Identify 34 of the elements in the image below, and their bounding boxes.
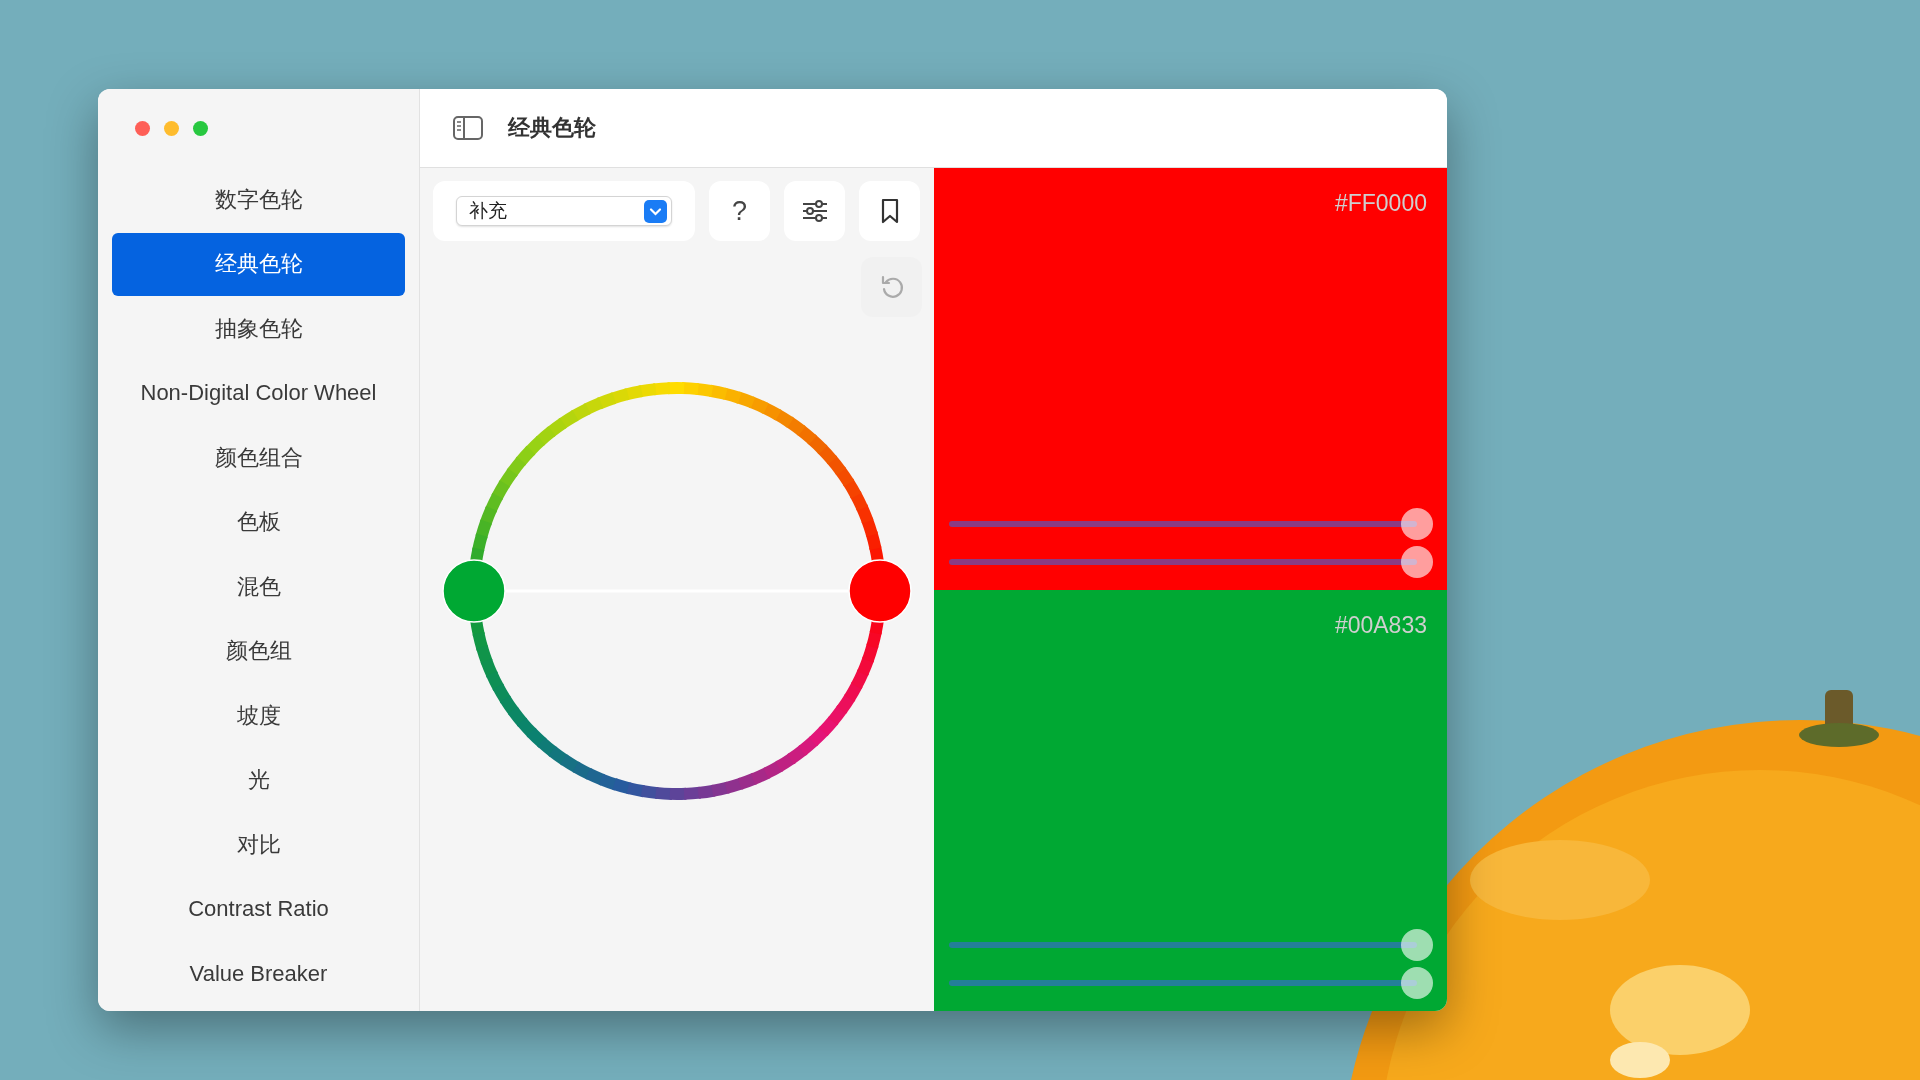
- slider-thumb[interactable]: [1401, 967, 1433, 999]
- scheme-select[interactable]: 补充: [456, 196, 672, 226]
- sidebar-item[interactable]: 对比: [112, 813, 405, 876]
- zoom-button[interactable]: [193, 120, 208, 136]
- bookmark-icon: [880, 198, 899, 224]
- color-handle[interactable]: [442, 559, 506, 623]
- chevron-icon: [644, 199, 667, 223]
- slider-thumb[interactable]: [1401, 929, 1433, 961]
- reset-button[interactable]: [861, 257, 922, 317]
- sidebar-item[interactable]: 混色: [112, 555, 405, 618]
- sidebar-item[interactable]: Contrast Ratio: [112, 877, 405, 941]
- sidebar-item[interactable]: Non-Digital Color Wheel: [112, 361, 405, 425]
- sidebar-item[interactable]: 颜色组合: [112, 426, 405, 489]
- sidebar-item[interactable]: 颜色组: [112, 619, 405, 683]
- sidebar-item[interactable]: Value Breaker: [112, 942, 405, 1005]
- sidebar-item[interactable]: 光: [112, 748, 405, 812]
- color-handle[interactable]: [848, 559, 912, 623]
- minimize-button[interactable]: [164, 120, 179, 136]
- sidebar-item[interactable]: 坡度: [112, 684, 405, 747]
- bookmark-button[interactable]: [859, 181, 920, 241]
- hex-code: #00A833: [1334, 611, 1427, 639]
- sidebar-item[interactable]: 数字色轮: [112, 168, 405, 231]
- hex-code: #FF0000: [1334, 190, 1427, 217]
- slider-thumb[interactable]: [1401, 507, 1433, 540]
- sidebar-toggle-icon[interactable]: [453, 116, 483, 140]
- slider-thumb[interactable]: [1401, 545, 1433, 578]
- window-title: 经典色轮: [508, 114, 596, 142]
- close-button[interactable]: [135, 120, 150, 136]
- help-button[interactable]: ?: [709, 181, 770, 241]
- sidebar-item[interactable]: 抽象色轮: [112, 297, 405, 360]
- sliders-icon: [801, 200, 828, 222]
- sidebar-item[interactable]: 经典色轮: [112, 232, 405, 296]
- sidebar-item[interactable]: 色板: [112, 490, 405, 554]
- settings-button[interactable]: [784, 181, 845, 241]
